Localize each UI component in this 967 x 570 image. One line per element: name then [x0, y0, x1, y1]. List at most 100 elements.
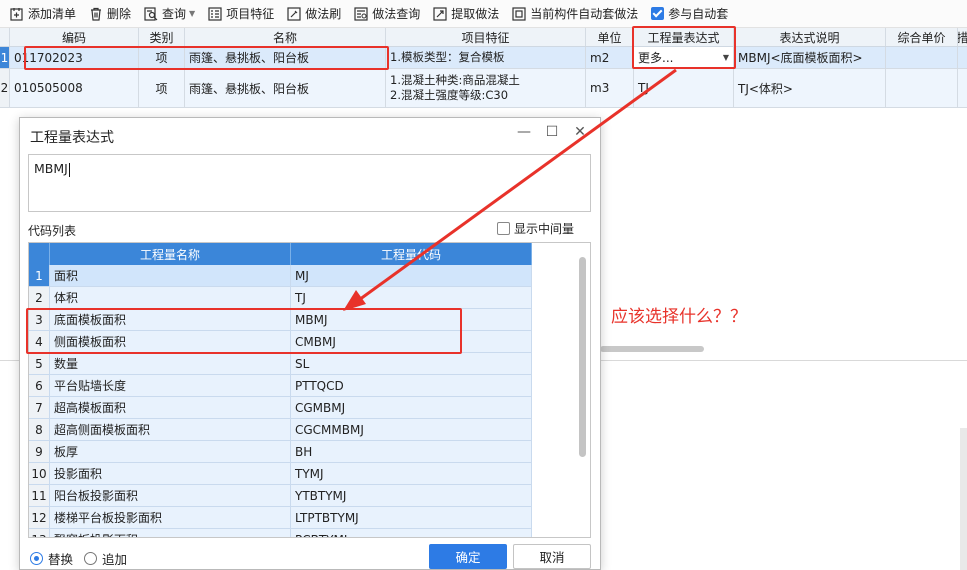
expression-input[interactable]: MBMJ: [28, 154, 591, 212]
list-item[interactable]: 2 体积 TJ: [29, 287, 532, 309]
cancel-button[interactable]: 取消: [513, 544, 591, 569]
list-header-num: [29, 243, 50, 265]
expr-dropdown-value: 更多...: [638, 51, 674, 65]
more-cell[interactable]: [958, 47, 967, 68]
list-item-code: BH: [291, 441, 532, 462]
list-item[interactable]: 5 数量 SL: [29, 353, 532, 375]
feature-cell[interactable]: 1.模板类型：复合模板: [386, 47, 586, 68]
unit-cell[interactable]: m3: [586, 69, 634, 107]
delete-button[interactable]: 删除: [89, 3, 131, 25]
list-item[interactable]: 4 侧面模板面积 CMBMJ: [29, 331, 532, 353]
append-radio[interactable]: 追加: [84, 549, 127, 568]
method-brush-button[interactable]: 做法刷: [287, 3, 341, 25]
expr-cell[interactable]: TJ: [634, 69, 734, 107]
extract-method-button[interactable]: 提取做法: [433, 3, 499, 25]
add-list-button[interactable]: 添加清单: [10, 3, 76, 25]
feature-line: 2.混凝土强度等级:C30: [390, 88, 509, 102]
list-item-number: 13: [29, 529, 50, 537]
method-query-button[interactable]: 做法查询: [354, 3, 420, 25]
list-item[interactable]: 13飘窗板投影面积PCBTYMJ: [29, 529, 532, 537]
question-annotation: 应该选择什么？？: [611, 307, 747, 327]
list-item-number: 7: [29, 397, 50, 418]
category-cell[interactable]: 项: [139, 47, 185, 68]
code-list-header: 工程量名称 工程量代码: [29, 243, 532, 265]
join-auto-set-checkbox[interactable]: 参与自动套: [651, 3, 728, 25]
table-row[interactable]: 2 010505008 项 雨篷、悬挑板、阳台板 1.混凝土种类:商品混凝土 2…: [0, 69, 967, 108]
grid-header-unit: 单位: [586, 28, 634, 46]
expression-value: MBMJ: [34, 161, 68, 176]
list-item-code: MJ: [291, 265, 532, 286]
checkbox-unchecked-icon: [497, 222, 510, 235]
row-number: 2: [0, 69, 10, 107]
radio-unselected-icon: [84, 552, 97, 565]
chevron-down-icon: ▼: [189, 9, 196, 18]
query-button[interactable]: 查询 ▼: [144, 3, 195, 25]
expr-desc-cell[interactable]: TJ<体积>: [734, 69, 886, 107]
list-item[interactable]: 10 投影面积 TYMJ: [29, 463, 532, 485]
list-item-name: 体积: [50, 287, 291, 308]
maximize-icon[interactable]: ☐: [542, 124, 562, 140]
trash-icon: [89, 7, 103, 21]
list-item-number: 6: [29, 375, 50, 396]
list-item[interactable]: 9 板厚 BH: [29, 441, 532, 463]
auto-set-method-button[interactable]: 当前构件自动套做法: [512, 3, 638, 25]
feature-cell[interactable]: 1.混凝土种类:商品混凝土 2.混凝土强度等级:C30: [386, 69, 586, 107]
list-item[interactable]: 6 平台贴墙长度 PTTQCD: [29, 375, 532, 397]
ok-button[interactable]: 确定: [429, 544, 507, 569]
feature-line: 1.混凝土种类:商品混凝土: [390, 73, 520, 87]
right-edge-scrollbar[interactable]: [960, 428, 967, 570]
code-list: 工程量名称 工程量代码 1 面积 MJ 2 体积 TJ 3 底面模板面积 MBMJ 4 侧面模板面积…: [28, 242, 591, 538]
unit-cell[interactable]: m2: [586, 47, 634, 68]
grid-header-category: 类别: [139, 28, 185, 46]
list-item-code: YTBTYMJ: [291, 485, 532, 506]
table-row[interactable]: 1 011702023 项 雨篷、悬挑板、阳台板 1.模板类型：复合模板 m2 …: [0, 47, 967, 69]
list-item-number: 3: [29, 309, 50, 330]
extract-icon: [433, 6, 447, 21]
list-header-code: 工程量代码: [291, 243, 532, 265]
price-cell[interactable]: [886, 47, 958, 68]
toolbar: 添加清单 删除 查询 ▼ 项目特征 做法刷 做法查询 提取做法 当前构件自动套做…: [0, 0, 967, 28]
close-icon[interactable]: ✕: [570, 124, 590, 140]
list-item-name: 底面模板面积: [50, 309, 291, 330]
list-item-number: 8: [29, 419, 50, 440]
code-cell[interactable]: 010505008: [10, 69, 139, 107]
vertical-scrollbar[interactable]: [579, 257, 586, 457]
category-cell[interactable]: 项: [139, 69, 185, 107]
list-item-name: 面积: [50, 265, 291, 286]
list-item-name: 平台贴墙长度: [50, 375, 291, 396]
expression-dialog: 工程量表达式 — ☐ ✕ MBMJ 代码列表 显示中间量 工程量名称 工程量代码…: [19, 117, 601, 570]
list-item-code: CGCMMBMJ: [291, 419, 532, 440]
list-item[interactable]: 12 楼梯平台板投影面积 LTPTBTYMJ: [29, 507, 532, 529]
list-item-number: 2: [29, 287, 50, 308]
more-cell[interactable]: [958, 69, 967, 107]
expr-dropdown[interactable]: 更多... ▼: [634, 47, 734, 68]
list-item-name: 楼梯平台板投影面积: [50, 507, 291, 528]
list-item-name: 投影面积: [50, 463, 291, 484]
list-item[interactable]: 3 底面模板面积 MBMJ: [29, 309, 532, 331]
list-item-name: 数量: [50, 353, 291, 374]
chevron-down-icon: ▼: [722, 53, 729, 62]
dialog-title: 工程量表达式: [30, 130, 114, 146]
price-cell[interactable]: [886, 69, 958, 107]
text-caret: [68, 162, 70, 177]
list-item[interactable]: 7 超高模板面积 CGMBMJ: [29, 397, 532, 419]
add-list-icon: [10, 7, 24, 21]
list-item[interactable]: 11 阳台板投影面积 YTBTYMJ: [29, 485, 532, 507]
minimize-icon[interactable]: —: [514, 124, 534, 140]
name-cell[interactable]: 雨篷、悬挑板、阳台板: [185, 47, 386, 68]
list-item-code: MBMJ: [291, 309, 532, 330]
list-item-code: TJ: [291, 287, 532, 308]
list-item-code: PCBTYMJ: [291, 529, 532, 537]
show-intermediate-checkbox[interactable]: 显示中间量: [497, 220, 574, 237]
grid-header-expr-desc: 表达式说明: [734, 28, 886, 46]
project-feature-button[interactable]: 项目特征: [208, 3, 274, 25]
list-item-code: CMBMJ: [291, 331, 532, 352]
checkbox-checked-icon: [651, 7, 665, 20]
expr-desc-cell[interactable]: MBMJ<底面模板面积>: [734, 47, 886, 68]
list-item[interactable]: 8 超高侧面模板面积 CGCMMBMJ: [29, 419, 532, 441]
name-cell[interactable]: 雨篷、悬挑板、阳台板: [185, 69, 386, 107]
replace-radio[interactable]: 替换: [30, 549, 73, 568]
code-cell[interactable]: 011702023: [10, 47, 139, 68]
list-item[interactable]: 1 面积 MJ: [29, 265, 532, 287]
horizontal-scrollbar[interactable]: [600, 346, 704, 352]
